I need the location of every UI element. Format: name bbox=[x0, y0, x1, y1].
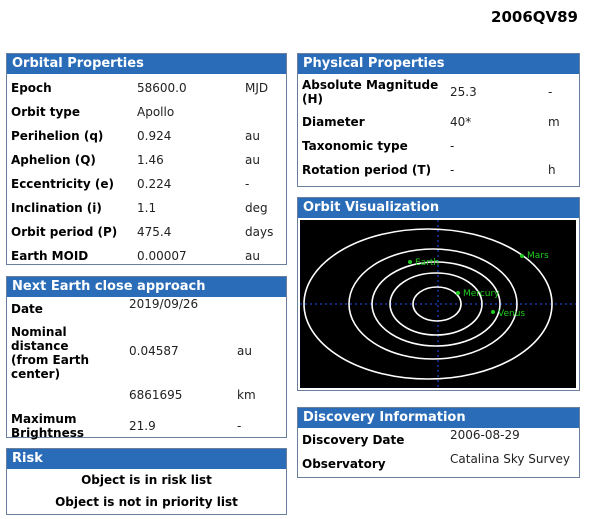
mercury-marker bbox=[456, 291, 460, 295]
orbital-property-value: Apollo bbox=[137, 105, 175, 119]
orbital-property-unit: days bbox=[245, 225, 274, 239]
orbit-diagram: Earth Mars Mercury Venus bbox=[300, 220, 576, 388]
mars-marker bbox=[520, 254, 524, 258]
venus-label: Venus bbox=[498, 309, 525, 319]
orbital-property-unit bbox=[241, 100, 286, 124]
max-brightness-label-line2: Brightness bbox=[11, 426, 85, 440]
close-approach-header: Next Earth close approach bbox=[7, 277, 286, 297]
max-brightness-unit: - bbox=[237, 419, 242, 433]
diameter-unit: m bbox=[548, 115, 560, 129]
discovery-date-label: Discovery Date bbox=[302, 433, 405, 447]
discovery-date-value: 2006-08-29 bbox=[450, 428, 520, 442]
object-title: 2006QV89 bbox=[491, 8, 578, 26]
nominal-distance-label-line3: center) bbox=[11, 367, 61, 381]
risk-header: Risk bbox=[7, 449, 286, 469]
venus-marker bbox=[491, 310, 495, 314]
orbital-property-row: Epoch 58600.0 MJD bbox=[7, 76, 286, 100]
max-brightness-label: Maximum Brightness bbox=[7, 409, 125, 443]
observatory-value: Catalina Sky Survey bbox=[450, 452, 571, 466]
nominal-distance-label-line2: (from Earth bbox=[11, 353, 90, 367]
orbital-property-label: Perihelion (q) bbox=[11, 129, 104, 143]
mercury-label: Mercury bbox=[463, 289, 500, 299]
physical-properties-panel: Physical Properties Absolute Magnitude (… bbox=[297, 53, 580, 187]
physical-properties-header: Physical Properties bbox=[298, 54, 579, 74]
orbital-properties-panel: Orbital Properties Epoch 58600.0 MJD Orbit … bbox=[6, 53, 287, 265]
nominal-distance-unit: au bbox=[237, 344, 252, 358]
orbital-property-value: 0.924 bbox=[137, 129, 172, 143]
orbital-property-unit: au bbox=[245, 249, 260, 263]
orbital-property-row: Eccentricity (e) 0.224 - bbox=[7, 172, 286, 196]
orbital-property-value: 1.1 bbox=[137, 201, 157, 215]
diameter-value: 40* bbox=[450, 115, 472, 129]
approach-date-value: 2019/09/26 bbox=[129, 297, 199, 311]
approach-date-label: Date bbox=[11, 302, 43, 316]
orbital-property-row: Orbit type Apollo bbox=[7, 100, 286, 124]
orbital-property-row: Earth MOID 0.00007 au bbox=[7, 244, 286, 268]
orbital-property-label: Epoch bbox=[11, 81, 52, 95]
orbital-property-value: 1.46 bbox=[137, 153, 164, 167]
nominal-distance-value: 0.04587 bbox=[129, 344, 179, 358]
rotation-period-label: Rotation period (T) bbox=[302, 163, 432, 177]
physical-properties-table: Absolute Magnitude (H) 25.3 - Diameter 4… bbox=[298, 74, 579, 182]
earth-label: Earth bbox=[415, 258, 439, 268]
abs-magnitude-label: Absolute Magnitude (H) bbox=[298, 74, 446, 110]
abs-magnitude-value: 25.3 bbox=[450, 85, 477, 99]
orbital-property-value: 0.00007 bbox=[137, 249, 187, 263]
orbital-property-label: Orbit type bbox=[11, 105, 81, 119]
diameter-label: Diameter bbox=[302, 115, 365, 129]
max-brightness-value: 21.9 bbox=[129, 419, 156, 433]
abs-magnitude-label-line2: (H) bbox=[302, 92, 324, 106]
discovery-header: Discovery Information bbox=[298, 408, 579, 428]
orbital-property-row: Inclination (i) 1.1 deg bbox=[7, 196, 286, 220]
nominal-distance-label-line1: Nominal distance bbox=[11, 325, 69, 353]
taxonomic-type-value: - bbox=[450, 139, 455, 153]
abs-magnitude-unit: - bbox=[548, 85, 553, 99]
orbit-visualization-header: Orbit Visualization bbox=[298, 198, 579, 218]
orbital-property-label: Orbit period (P) bbox=[11, 225, 118, 239]
earth-marker bbox=[408, 260, 412, 264]
nominal-distance-km-value: 6861695 bbox=[129, 388, 183, 402]
risk-list-status: Object is in risk list bbox=[81, 473, 212, 487]
rotation-period-value: - bbox=[450, 163, 455, 177]
max-brightness-label-line1: Maximum bbox=[11, 412, 77, 426]
nominal-distance-km-unit: km bbox=[237, 388, 256, 402]
orbital-property-unit: deg bbox=[245, 201, 268, 215]
close-approach-panel: Next Earth close approach Date 2019/09/2… bbox=[6, 276, 287, 440]
orbital-property-unit: au bbox=[245, 129, 260, 143]
orbital-properties-header: Orbital Properties bbox=[7, 54, 286, 74]
orbital-properties-table: Epoch 58600.0 MJD Orbit type Apollo Perihelio… bbox=[7, 76, 286, 268]
orbital-property-label: Eccentricity (e) bbox=[11, 177, 114, 191]
orbital-property-unit: au bbox=[245, 153, 260, 167]
orbital-property-label: Earth MOID bbox=[11, 249, 89, 263]
close-approach-table: Date 2019/09/26 Nominal distance (from E… bbox=[7, 297, 286, 443]
mars-label: Mars bbox=[527, 251, 549, 261]
orbital-property-row: Perihelion (q) 0.924 au bbox=[7, 124, 286, 148]
orbit-canvas: Earth Mars Mercury Venus bbox=[300, 220, 576, 388]
orbital-property-unit: - bbox=[245, 177, 250, 191]
priority-list-status: Object is not in priority list bbox=[55, 495, 238, 509]
taxonomic-type-label: Taxonomic type bbox=[302, 139, 408, 153]
observatory-label: Observatory bbox=[302, 457, 386, 471]
nominal-distance-label: Nominal distance (from Earth center) bbox=[7, 321, 125, 381]
taxonomic-type-unit bbox=[544, 134, 579, 158]
rotation-period-unit: h bbox=[548, 163, 556, 177]
orbital-property-value: 475.4 bbox=[137, 225, 172, 239]
orbit-visualization-panel: Orbit Visualization Earth Mars Mercury V… bbox=[297, 197, 580, 391]
orbital-property-label: Aphelion (Q) bbox=[11, 153, 96, 167]
orbital-property-row: Orbit period (P) 475.4 days bbox=[7, 220, 286, 244]
orbital-property-label: Inclination (i) bbox=[11, 201, 102, 215]
abs-magnitude-label-line1: Absolute Magnitude bbox=[302, 78, 439, 92]
orbital-property-unit: MJD bbox=[245, 81, 269, 95]
discovery-table: Discovery Date 2006-08-29 Observatory Ca… bbox=[298, 428, 579, 476]
orbital-property-value: 58600.0 bbox=[137, 81, 187, 95]
risk-panel: Risk Object is in risk list Object is no… bbox=[6, 448, 287, 515]
orbital-property-row: Aphelion (Q) 1.46 au bbox=[7, 148, 286, 172]
discovery-panel: Discovery Information Discovery Date 200… bbox=[297, 407, 580, 478]
orbital-property-value: 0.224 bbox=[137, 177, 172, 191]
